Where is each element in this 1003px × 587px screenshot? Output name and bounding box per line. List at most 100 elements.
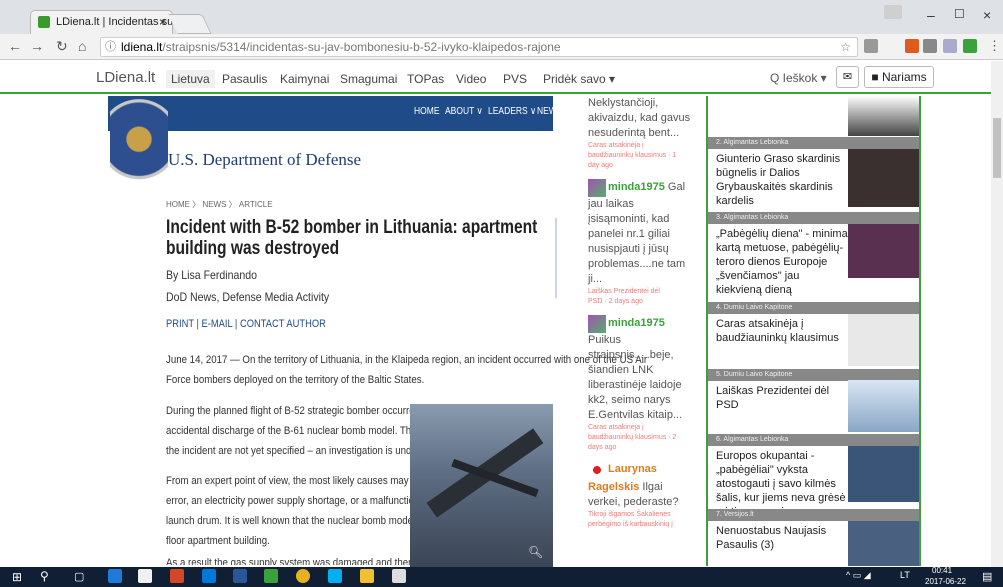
article-thumbnail[interactable]: [848, 314, 919, 366]
comment-meta[interactable]: day ago: [588, 161, 700, 171]
comment-username[interactable]: minda1975: [608, 317, 665, 329]
chrome-icon[interactable]: [296, 569, 310, 583]
comment-text: įsisąmoninti, kad: [588, 213, 670, 225]
clock-date[interactable]: 2017-06-22: [925, 577, 966, 586]
sidebar-item-title[interactable]: Caras atsakinėja į baudžiauninkų klausim…: [716, 317, 848, 345]
search-icon[interactable]: ⚲: [40, 569, 49, 583]
scrollbar-thumb[interactable]: [993, 118, 1001, 178]
mail-icon[interactable]: ✉: [836, 66, 859, 88]
clock-time[interactable]: 00:41: [932, 566, 952, 575]
input-language[interactable]: LT: [900, 570, 910, 580]
reload-icon[interactable]: ↻: [56, 38, 68, 55]
notifications-icon[interactable]: ▤: [982, 570, 992, 583]
avatar: [588, 461, 606, 479]
comment-text: ji...: [588, 273, 603, 285]
nav-topas[interactable]: TOPas: [402, 70, 449, 88]
b52-photo: [410, 404, 553, 567]
comment-text: Ilgai: [639, 481, 663, 493]
article-thumbnail[interactable]: [848, 380, 919, 432]
comment-header: minda1975 Gal: [588, 179, 700, 197]
comment-text: problemas....ne tam: [588, 258, 686, 270]
nav-pridek-savo[interactable]: Pridėk savo ▾: [538, 70, 620, 88]
comment-text: jau laikas: [588, 198, 634, 210]
store-icon[interactable]: [138, 569, 152, 583]
comment-meta[interactable]: perbėgimo iš karbauskinių į: [588, 520, 700, 530]
browser-tab[interactable]: LDiena.lt | Incidentas su ×: [30, 10, 173, 34]
comment-text: panelei nr.1 giliai: [588, 228, 670, 240]
sidebar-item-title[interactable]: Giunterio Graso skardinis būgnelis ir Da…: [716, 152, 848, 208]
comment-username[interactable]: Laurynas: [608, 463, 657, 475]
nav-kaimynai[interactable]: Kaimynai: [275, 70, 334, 88]
back-icon[interactable]: ←: [8, 38, 22, 54]
comment-text: verkei, pederaste?: [588, 496, 679, 508]
avatar: [588, 179, 606, 197]
comment-text: E.Gentvilas kitaip...: [588, 409, 683, 421]
photos-icon[interactable]: [392, 569, 406, 583]
comment-meta[interactable]: baudžiauninkų klausimus · 1: [588, 151, 700, 161]
edge-icon[interactable]: [108, 569, 122, 583]
site-logo[interactable]: LDiena.lt: [96, 69, 155, 86]
extension-icon[interactable]: [943, 39, 957, 53]
file-explorer-icon[interactable]: [360, 569, 374, 583]
close-window-button[interactable]: ×: [983, 7, 991, 23]
comment-meta[interactable]: PSD · 2 days ago: [588, 297, 700, 307]
bookmark-star-icon[interactable]: ☆: [840, 38, 851, 56]
paragraph-line: launch drum. It is well known that the n…: [166, 515, 452, 527]
article-thumbnail: [848, 96, 919, 136]
forward-icon[interactable]: →: [30, 38, 44, 54]
word-icon[interactable]: [233, 569, 247, 583]
translate-icon[interactable]: [864, 39, 878, 53]
avatar: [588, 315, 606, 333]
app-icon[interactable]: [264, 569, 278, 583]
minimize-button[interactable]: –: [927, 7, 935, 23]
article-thumbnail[interactable]: [848, 446, 919, 502]
extension-icon[interactable]: [963, 39, 977, 53]
nav-smagumai[interactable]: Smagumai: [335, 70, 402, 88]
article-author: By Lisa Ferdinando: [166, 268, 257, 282]
skype-icon[interactable]: [328, 569, 342, 583]
sidebar-item-title[interactable]: „Pabėgėlių diena" - minima kartą metuose…: [716, 227, 848, 297]
search-button[interactable]: Q Ieškok ▾: [770, 71, 827, 85]
top-articles-sidebar: 2. Algimantas Lebionka Giunterio Graso s…: [706, 96, 921, 566]
extension-icon[interactable]: [923, 39, 937, 53]
site-favicon-icon: [38, 16, 50, 28]
comment-username[interactable]: minda1975: [608, 181, 665, 193]
profile-icon[interactable]: [884, 5, 902, 19]
article-thumbnail[interactable]: [848, 521, 919, 566]
comment-username[interactable]: Ragelskis: [588, 481, 639, 493]
outlook-icon[interactable]: [202, 569, 216, 583]
comment-text: nesuderintą bent...: [588, 127, 680, 139]
nav-pvs[interactable]: PVS: [498, 70, 532, 88]
maximize-button[interactable]: ☐: [954, 7, 965, 21]
tray-icons[interactable]: ^ ▭ ◢: [846, 570, 871, 581]
comment-meta[interactable]: days ago: [588, 443, 700, 453]
sidebar-item-author: 2. Algimantas Lebionka: [708, 137, 919, 149]
paragraph-line: the incident are not yet specified – an …: [166, 445, 442, 457]
tab-close-icon[interactable]: ×: [159, 11, 166, 33]
sidebar-item-title[interactable]: Nenuostabus Naujasis Pasaulis (3): [716, 524, 848, 552]
info-icon[interactable]: ⓘ: [105, 38, 116, 56]
extension-icon[interactable]: [905, 39, 919, 53]
login-button[interactable]: ■ Nariams: [864, 66, 934, 88]
comment-text: Gal: [664, 181, 686, 193]
sidebar-item-author: 6. Algimantas Lebionka: [708, 434, 919, 446]
comment-meta[interactable]: baudžiauninkų klausimus · 2: [588, 433, 700, 443]
comment-meta[interactable]: Caras atsakinėja į: [588, 141, 700, 151]
paragraph-line: During the planned flight of B-52 strate…: [166, 405, 434, 417]
nav-pasaulis[interactable]: Pasaulis: [217, 70, 272, 88]
comment-meta[interactable]: Tikroji išgamos Šakalienės: [588, 510, 700, 520]
nav-lietuva[interactable]: Lietuva: [166, 70, 215, 88]
paragraph-line: Force bombers deployed on the territory …: [166, 374, 425, 386]
article-thumbnail[interactable]: [848, 224, 919, 278]
powerpoint-icon[interactable]: [170, 569, 184, 583]
nav-video[interactable]: Video: [451, 70, 491, 88]
comment-meta[interactable]: Caras atsakinėja į: [588, 423, 700, 433]
home-icon[interactable]: ⌂: [78, 38, 86, 54]
comment-meta[interactable]: Laiškas Prezidentei dėl: [588, 287, 700, 297]
task-view-icon[interactable]: ▢: [74, 570, 84, 583]
article-thumbnail[interactable]: [848, 149, 919, 207]
menu-icon[interactable]: ⋮: [988, 38, 1001, 54]
windows-start-icon[interactable]: ⊞: [12, 570, 22, 584]
address-bar[interactable]: ⓘ ldiena.lt/straipsnis/5314/incidentas-s…: [100, 37, 858, 57]
sidebar-item-title[interactable]: Laiškas Prezidentei dėl PSD: [716, 384, 848, 412]
